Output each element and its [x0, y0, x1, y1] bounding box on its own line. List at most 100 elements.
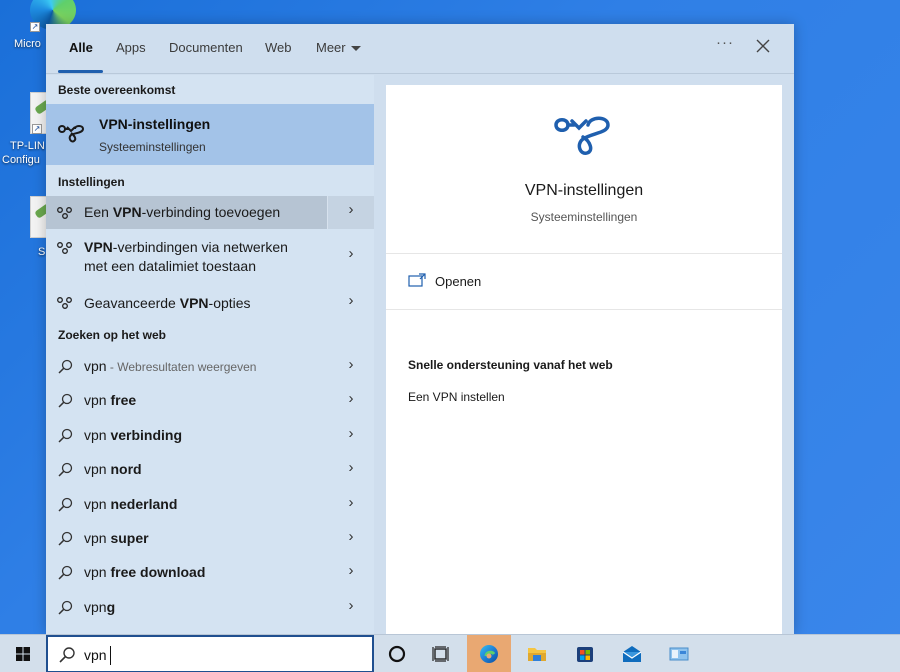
vpn-small-icon [57, 242, 72, 254]
shortcut-arrow-icon: ↗ [30, 22, 40, 32]
web-search-label: vpn super [84, 530, 149, 546]
chevron-right-icon[interactable]: › [328, 459, 374, 476]
edge-icon [480, 645, 498, 663]
web-search-label: vpng [84, 598, 116, 615]
chevron-right-icon[interactable]: › [328, 390, 374, 407]
active-tab-indicator [58, 70, 103, 73]
shortcut-arrow-icon: ↗ [32, 124, 42, 134]
tab-alle[interactable]: Alle [69, 40, 93, 55]
cortana-button[interactable] [375, 635, 419, 672]
vpn-icon [57, 125, 85, 143]
web-search-item[interactable]: vpng › [46, 592, 374, 624]
chevron-right-icon[interactable]: › [328, 528, 374, 545]
cortana-icon [388, 645, 406, 663]
desktop-icon-label: TP-LIN [10, 140, 45, 152]
search-icon [59, 647, 75, 663]
open-label: Openen [435, 274, 482, 289]
desktop-icon-label: Micro [14, 38, 41, 50]
web-search-label: vpn - Webresultaten weergeven [84, 358, 257, 374]
windows-logo-icon [16, 647, 30, 661]
best-match-subtitle: Systeeminstellingen [99, 140, 206, 154]
tab-web[interactable]: Web [265, 40, 292, 55]
web-search-item[interactable]: vpn - Webresultaten weergeven › [46, 351, 374, 383]
web-search-label: vpn nord [84, 461, 142, 478]
vpn-small-icon [57, 207, 72, 219]
web-search-item[interactable]: vpn free › [46, 385, 374, 417]
web-search-item[interactable]: vpn free download › [46, 557, 374, 589]
settings-item-add-vpn[interactable]: Een VPN-verbinding toevoegen › [46, 196, 374, 229]
web-search-label: vpn free [84, 392, 137, 409]
vpn-large-icon [554, 116, 610, 155]
search-tabs: Alle Apps Documenten Web Meer ··· [46, 24, 794, 74]
vpn-small-icon [57, 297, 72, 309]
search-icon [58, 566, 73, 580]
chevron-right-icon[interactable]: › [328, 494, 374, 511]
desktop-icon-edge[interactable]: ↗ Micro [0, 0, 76, 52]
settings-item-label: Een VPN-verbinding toevoegen [84, 204, 281, 220]
chevron-right-icon[interactable]: › [328, 292, 374, 309]
details-pane: VPN-instellingen Systeeminstellingen Ope… [386, 85, 782, 634]
desktop-icon-label-line2: Configu [2, 154, 40, 166]
close-button[interactable] [753, 36, 773, 56]
divider [386, 309, 782, 310]
open-external-icon [408, 273, 426, 287]
results-list: Beste overeenkomst VPN-instellingen Syst… [46, 75, 374, 634]
best-match-item[interactable]: VPN-instellingen Systeeminstellingen [46, 104, 374, 165]
search-icon [58, 394, 73, 408]
search-icon [58, 497, 73, 512]
close-icon [756, 39, 770, 53]
mail-button[interactable] [610, 635, 654, 672]
web-help-title: Snelle ondersteuning vanaf het web [408, 358, 613, 372]
search-icon [58, 531, 73, 546]
web-search-item[interactable]: vpn nord › [46, 454, 374, 486]
settings-item-label: VPN-verbindingen via netwerken met een d… [84, 239, 288, 274]
chevron-right-icon[interactable]: › [328, 425, 374, 442]
web-search-label: vpn free download [84, 564, 206, 581]
search-icon [58, 428, 73, 443]
file-explorer-button[interactable] [515, 635, 559, 672]
desktop-icon-label: S [38, 246, 46, 258]
chevron-right-icon[interactable]: › [328, 245, 374, 262]
settings-header: Instellingen [58, 175, 125, 189]
web-help-link[interactable]: Een VPN instellen [408, 390, 505, 404]
taskbar [0, 634, 900, 672]
folder-icon [528, 648, 546, 661]
tab-meer-label: Meer [316, 40, 346, 55]
start-button[interactable] [0, 635, 46, 672]
taskbar-search-box[interactable] [46, 635, 374, 672]
web-search-label: vpn verbinding [84, 426, 183, 443]
control-panel-icon [669, 647, 689, 661]
web-search-item[interactable]: vpn super › [46, 523, 374, 555]
search-icon [58, 359, 73, 374]
desktop-icon-tp-link-2[interactable]: S [0, 196, 54, 260]
settings-item-label: Geavanceerde VPN-opties [84, 295, 251, 311]
details-subtitle: Systeeminstellingen [530, 210, 638, 224]
best-match-header: Beste overeenkomst [58, 83, 176, 97]
chevron-right-icon[interactable]: › [328, 597, 374, 614]
task-view-icon [432, 646, 449, 662]
search-panel: Alle Apps Documenten Web Meer ··· Beste … [46, 24, 794, 634]
control-panel-button[interactable] [657, 635, 701, 672]
settings-item-advanced-vpn[interactable]: Geavanceerde VPN-opties › [46, 288, 374, 318]
desktop-icon-tp-link[interactable]: ↗ TP-LIN Configu [0, 92, 54, 172]
tab-apps[interactable]: Apps [116, 40, 146, 55]
caret-down-icon [350, 46, 361, 52]
search-icon [58, 463, 73, 477]
chevron-right-icon: › [348, 201, 354, 218]
tab-meer[interactable]: Meer [316, 40, 361, 55]
chevron-right-icon[interactable]: › [328, 562, 374, 579]
settings-item-metered-vpn[interactable]: VPN-verbindingen via netwerken met een d… [46, 233, 374, 281]
search-icon [58, 600, 73, 615]
store-icon [577, 647, 593, 662]
search-input[interactable] [84, 644, 364, 666]
divider [386, 253, 782, 254]
best-match-title: VPN-instellingen [99, 116, 211, 132]
chevron-right-icon[interactable]: › [328, 356, 374, 373]
tab-documenten[interactable]: Documenten [169, 40, 243, 55]
web-search-item[interactable]: vpn verbinding › [46, 420, 374, 452]
store-button[interactable] [563, 635, 607, 672]
edge-taskbar-button[interactable] [467, 635, 511, 672]
more-options-button[interactable]: ··· [714, 34, 736, 58]
web-search-item[interactable]: vpn nederland › [46, 489, 374, 521]
task-view-button[interactable] [419, 635, 463, 672]
